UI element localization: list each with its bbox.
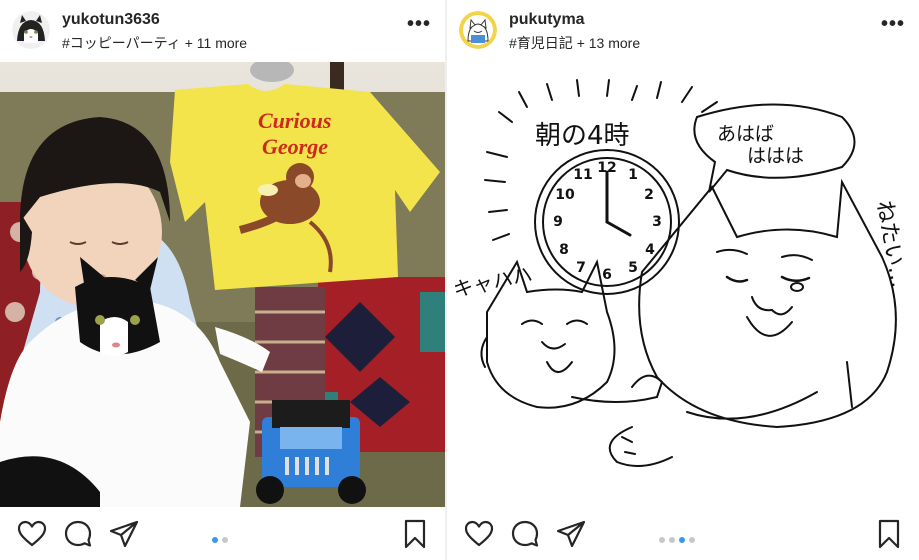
clock-number: 7 bbox=[576, 260, 586, 276]
post-photo[interactable]: Curious George bbox=[0, 62, 445, 507]
clock-number: 5 bbox=[628, 260, 638, 276]
comment-icon[interactable] bbox=[62, 518, 94, 550]
clock-number: 8 bbox=[559, 242, 569, 258]
carousel-dot bbox=[659, 537, 665, 543]
clock-number: 10 bbox=[555, 187, 575, 203]
post-card-2: pukutyma #育児日記 + 13 more ••• 12 1 2 3 4 … bbox=[447, 0, 919, 560]
cat-illustration: 12 1 2 3 4 5 6 7 8 9 10 11 朝の4時 あはば ははは … bbox=[447, 62, 919, 507]
clock-number: 12 bbox=[597, 160, 616, 176]
share-icon[interactable] bbox=[555, 518, 587, 550]
more-icon[interactable]: ••• bbox=[405, 14, 433, 38]
more-tags[interactable]: + 11 more bbox=[185, 35, 247, 51]
heart-icon[interactable] bbox=[463, 518, 495, 550]
carousel-indicator bbox=[657, 530, 697, 543]
carousel-dot bbox=[669, 537, 675, 543]
hashtag[interactable]: #コッピーパーティ bbox=[62, 35, 181, 51]
speech-text-2: ははは bbox=[747, 145, 804, 167]
avatar[interactable] bbox=[12, 11, 50, 49]
shirt-text-1: Curious bbox=[258, 108, 331, 133]
post-header: pukutyma #育児日記 + 13 more ••• bbox=[447, 0, 919, 60]
post-photo[interactable]: 12 1 2 3 4 5 6 7 8 9 10 11 朝の4時 あはば ははは … bbox=[447, 62, 919, 507]
username[interactable]: pukutyma bbox=[509, 11, 585, 29]
clock-number: 3 bbox=[652, 214, 662, 230]
illustration-title: 朝の4時 bbox=[535, 121, 630, 151]
heart-icon[interactable] bbox=[16, 518, 48, 550]
carousel-dot bbox=[689, 537, 695, 543]
speech-text-1: あはば bbox=[717, 123, 774, 145]
hashtag-line: #育児日記 + 13 more bbox=[509, 33, 640, 53]
clock-number: 2 bbox=[644, 187, 654, 203]
carousel-indicator bbox=[210, 530, 230, 543]
username[interactable]: yukotun3636 bbox=[62, 11, 160, 29]
carousel-dot bbox=[679, 537, 685, 543]
more-icon[interactable]: ••• bbox=[879, 14, 907, 38]
post-header: yukotun3636 #コッピーパーティ + 11 more ••• bbox=[0, 0, 445, 60]
bookmark-icon[interactable] bbox=[873, 518, 905, 550]
boy-cat-photo: Curious George bbox=[0, 62, 445, 507]
bookmark-icon[interactable] bbox=[399, 518, 431, 550]
clock-number: 9 bbox=[553, 214, 563, 230]
clock-number: 6 bbox=[602, 267, 612, 283]
hashtag[interactable]: #育児日記 bbox=[509, 35, 573, 51]
shirt-text-2: George bbox=[262, 134, 328, 159]
clock-number: 1 bbox=[628, 167, 638, 183]
post-card-1: yukotun3636 #コッピーパーティ + 11 more ••• Curi… bbox=[0, 0, 445, 560]
more-tags[interactable]: + 13 more bbox=[577, 35, 640, 51]
comment-icon[interactable] bbox=[509, 518, 541, 550]
carousel-dot bbox=[222, 537, 228, 543]
avatar[interactable] bbox=[459, 11, 497, 49]
carousel-dot bbox=[212, 537, 218, 543]
clock-number: 11 bbox=[573, 167, 592, 183]
action-bar bbox=[447, 510, 919, 560]
hashtag-line: #コッピーパーティ + 11 more bbox=[62, 33, 247, 53]
share-icon[interactable] bbox=[108, 518, 140, 550]
action-bar bbox=[0, 510, 445, 560]
clock-number: 4 bbox=[645, 242, 655, 258]
